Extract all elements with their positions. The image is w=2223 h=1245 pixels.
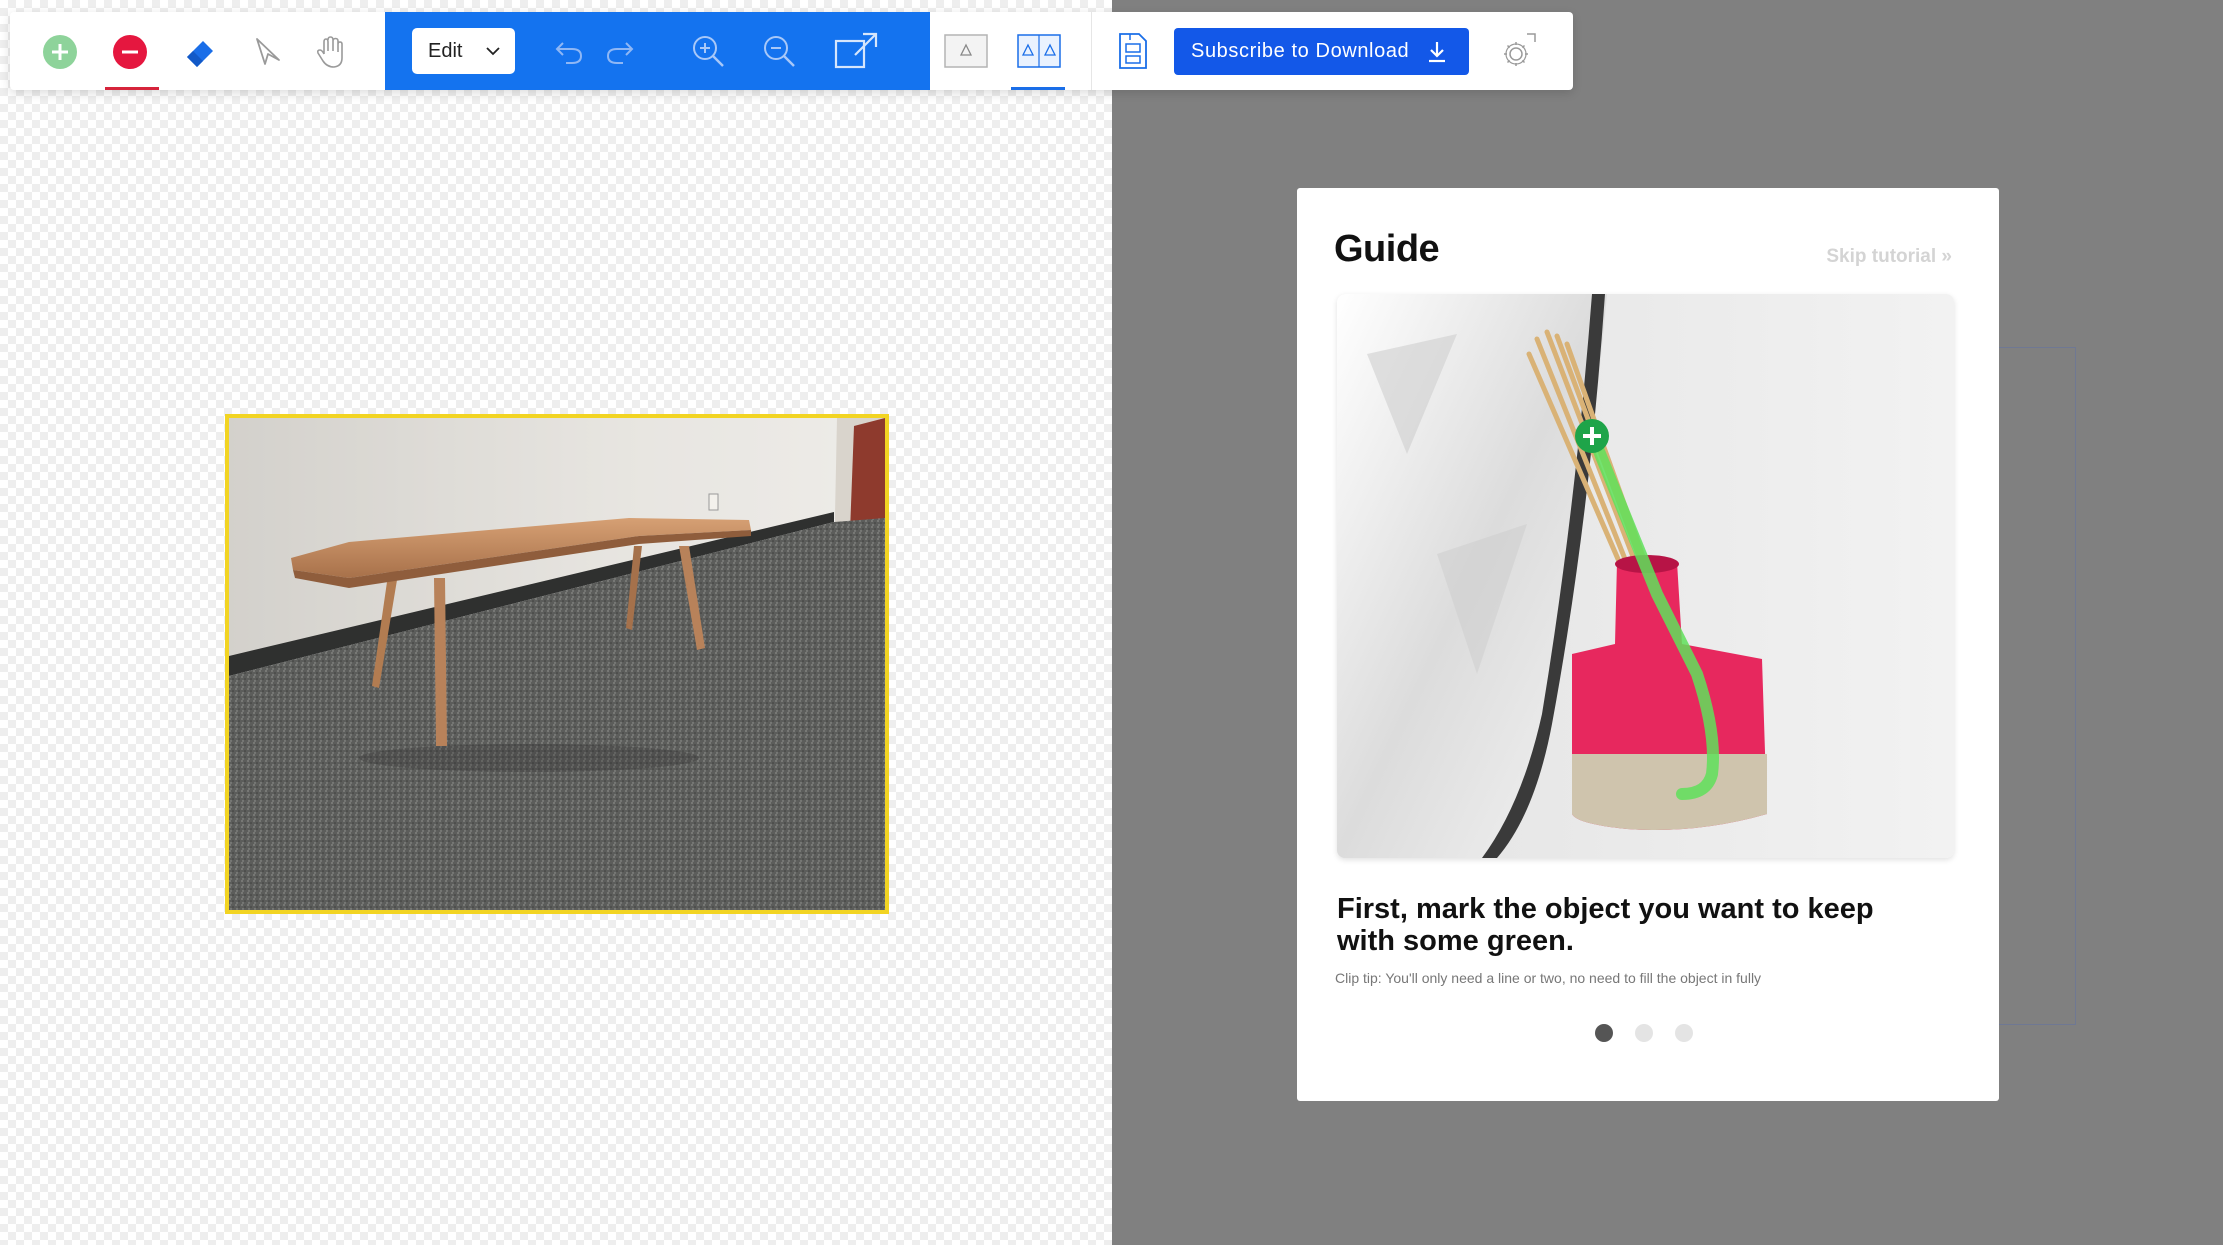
step-dot-2[interactable] (1635, 1024, 1653, 1042)
cursor-arrow-icon (256, 38, 280, 65)
minus-circle-icon (113, 35, 147, 69)
zoom-in-button[interactable] (687, 30, 729, 72)
save-document-icon (1119, 33, 1147, 69)
single-view-icon (944, 34, 988, 68)
side-by-side-view-button[interactable] (1016, 32, 1062, 70)
subscribe-to-download-button[interactable]: Subscribe to Download (1174, 28, 1469, 75)
fit-screen-button[interactable] (832, 29, 880, 73)
table-photo-image (229, 418, 885, 910)
step-pagination (1595, 1024, 1693, 1042)
edit-actions-group: Edit (385, 12, 930, 90)
main-toolbar: Edit Subscribe to Download (10, 12, 1573, 90)
side-by-side-view-icon (1017, 34, 1061, 68)
vase-example-image (1337, 294, 1954, 858)
select-tool-button[interactable] (248, 32, 288, 72)
active-view-indicator (1011, 87, 1065, 90)
guide-dialog: Guide Skip tutorial » First, mark the ob… (1297, 188, 1999, 1101)
download-icon (1429, 42, 1445, 63)
mode-select-value: Edit (428, 39, 463, 62)
plus-circle-icon (43, 35, 77, 69)
mode-select[interactable]: Edit (412, 28, 515, 74)
hand-icon (316, 36, 343, 68)
fit-screen-icon (834, 32, 878, 69)
undo-button[interactable] (550, 32, 588, 70)
keep-brush-button[interactable] (40, 32, 80, 72)
result-image-frame (1990, 347, 2076, 1025)
eraser-button[interactable] (180, 32, 220, 72)
remove-brush-button[interactable] (110, 32, 150, 72)
settings-button[interactable] (1497, 28, 1541, 74)
zoom-in-icon (693, 36, 724, 67)
step-dot-3[interactable] (1675, 1024, 1693, 1042)
settings-gear-icon (1504, 33, 1536, 66)
guide-step-tip: Clip tip: You'll only need a line or two… (1335, 970, 1762, 986)
step-dot-1[interactable] (1595, 1024, 1613, 1042)
active-tool-indicator (105, 87, 159, 90)
single-view-button[interactable] (944, 32, 988, 70)
guide-step-heading: First, mark the object you want to keep … (1337, 893, 1874, 957)
guide-illustration (1337, 294, 1954, 858)
redo-button[interactable] (601, 32, 639, 70)
undo-icon (555, 42, 583, 64)
chevron-down-icon (486, 47, 500, 56)
zoom-out-icon (764, 36, 795, 67)
guide-title: Guide (1334, 228, 1440, 270)
subscribe-label: Subscribe to Download (1191, 40, 1410, 62)
uploaded-photo[interactable] (225, 414, 889, 914)
save-button[interactable] (1113, 30, 1153, 72)
redo-icon (606, 42, 634, 64)
toolbar-divider (1091, 12, 1092, 90)
pan-tool-button[interactable] (310, 30, 354, 74)
zoom-out-button[interactable] (758, 30, 800, 72)
eraser-icon (187, 41, 213, 67)
skip-tutorial-link[interactable]: Skip tutorial » (1826, 246, 1952, 268)
